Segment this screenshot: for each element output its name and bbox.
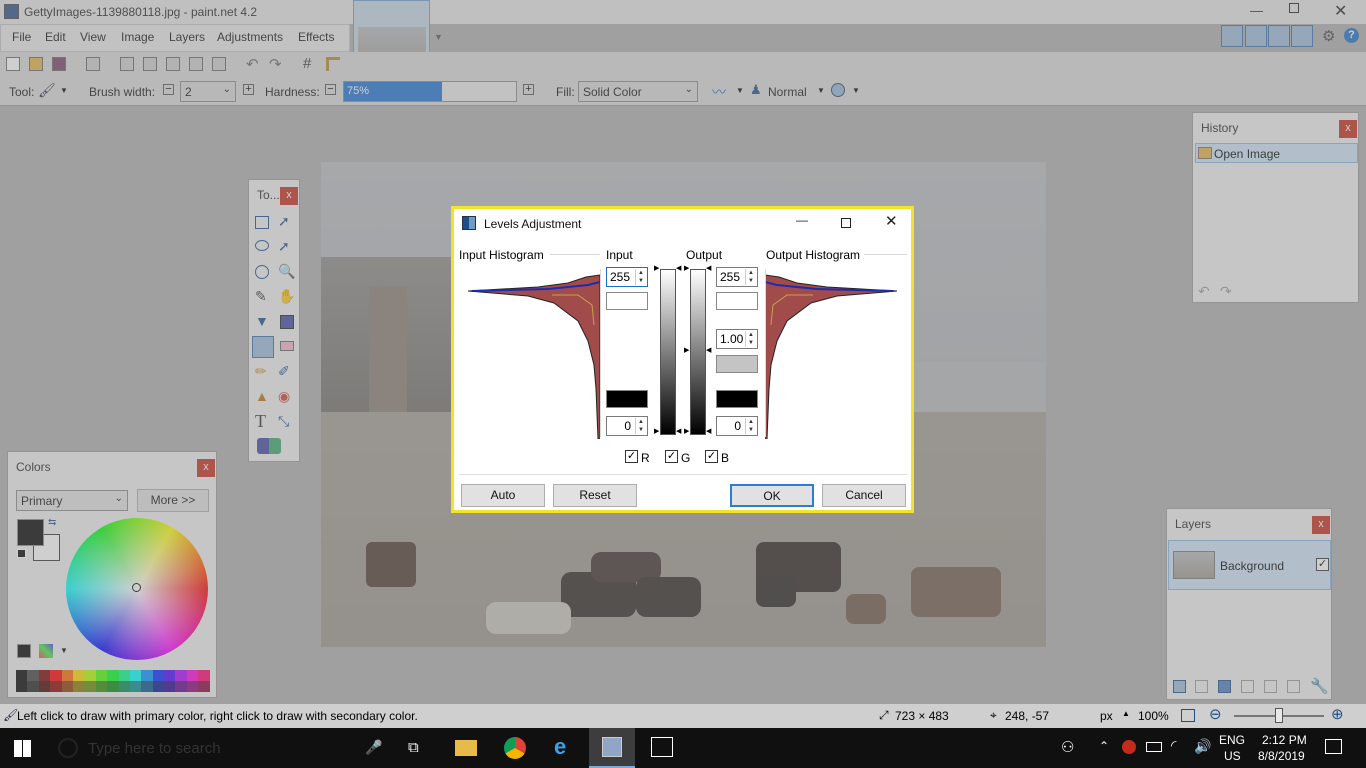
input-histogram [468, 274, 600, 439]
auto-button[interactable]: Auto [461, 484, 545, 507]
volume-icon[interactable]: 🔊 [1194, 738, 1211, 755]
maximize-icon[interactable] [841, 218, 851, 228]
section-divider [864, 254, 907, 255]
output-high-value: 255 [720, 270, 741, 284]
cancel-button[interactable]: Cancel [822, 484, 906, 507]
output-low-value: 0 [734, 419, 741, 433]
zoom-slider-thumb[interactable] [1275, 708, 1283, 723]
input-low-value: 0 [624, 419, 631, 433]
spinner-arrows[interactable]: ▲ ▼ [745, 418, 756, 434]
spinner-arrows[interactable]: ▲ ▼ [635, 269, 646, 285]
search-placeholder[interactable]: Type here to search [88, 740, 221, 757]
slider-handle[interactable]: ▶ [684, 346, 689, 354]
input-region[interactable]: US [1224, 749, 1241, 763]
reset-button[interactable]: Reset [553, 484, 637, 507]
channel-r-label: R [641, 451, 650, 465]
slider-handle[interactable]: ◀ [676, 427, 681, 435]
zoom-slider[interactable] [1234, 708, 1324, 723]
channel-g-checkbox[interactable]: ✓ [665, 450, 678, 463]
slider-handle[interactable]: ▶ [684, 427, 689, 435]
unit-selector[interactable]: px [1100, 709, 1113, 723]
slider-handle[interactable]: ▶ [654, 427, 659, 435]
section-divider [459, 474, 907, 475]
spinner-arrows[interactable]: ▲ ▼ [745, 269, 756, 285]
output-gamma-spinner[interactable]: 1.00 ▲ ▼ [716, 329, 758, 349]
paintbrush-icon: 🖌 [3, 708, 19, 722]
close-icon[interactable]: ✕ [885, 212, 898, 230]
task-view-icon[interactable]: ⧉ [408, 739, 419, 756]
status-bar: 🖌 Left click to draw with primary color,… [0, 704, 1366, 728]
input-gradient[interactable] [660, 269, 676, 435]
zoom-level[interactable]: 100% [1138, 709, 1169, 723]
output-low-swatch [716, 390, 758, 408]
spinner-arrows[interactable]: ▲ ▼ [745, 331, 756, 347]
file-explorer-icon[interactable] [455, 740, 477, 756]
output-gamma-swatch [716, 355, 758, 373]
image-size-icon: ⤢ [879, 708, 889, 722]
wifi-icon[interactable]: ◜ [1171, 737, 1176, 754]
section-divider [600, 269, 601, 437]
ok-button-label: OK [763, 489, 781, 503]
output-histogram-label: Output Histogram [766, 248, 861, 262]
slider-handle[interactable]: ▶ [684, 264, 689, 272]
output-histogram [765, 274, 897, 439]
clock-time[interactable]: 2:12 PM [1262, 733, 1307, 747]
image-size: 723 × 483 [895, 709, 949, 723]
paintnet-app-icon [602, 737, 622, 757]
channel-b-checkbox[interactable]: ✓ [705, 450, 718, 463]
input-histogram-label: Input Histogram [459, 248, 544, 262]
input-label: Input [606, 248, 633, 262]
levels-dialog: Levels Adjustment — ✕ Input Histogram In… [451, 206, 914, 513]
slider-handle[interactable]: ◀ [706, 346, 711, 354]
output-low-spinner[interactable]: 0 ▲ ▼ [716, 416, 758, 436]
photos-icon[interactable] [651, 737, 673, 757]
status-hint: Left click to draw with primary color, r… [17, 709, 418, 723]
cancel-button-label: Cancel [845, 488, 883, 502]
battery-icon[interactable] [1146, 742, 1162, 752]
input-high-swatch [606, 292, 648, 310]
slider-handle[interactable]: ◀ [676, 264, 681, 272]
chevron-up-icon[interactable]: ▲ [1122, 709, 1130, 718]
input-high-spinner[interactable]: 255 ▲ ▼ [606, 267, 648, 287]
search-box[interactable]: Type here to search [48, 728, 390, 768]
input-low-spinner[interactable]: 0 ▲ ▼ [606, 416, 648, 436]
security-icon[interactable] [1122, 740, 1136, 754]
slider-handle[interactable]: ◀ [706, 427, 711, 435]
channel-r-checkbox[interactable]: ✓ [625, 450, 638, 463]
slider-handle[interactable]: ◀ [706, 264, 711, 272]
zoom-fit-icon[interactable] [1181, 709, 1195, 722]
section-divider [550, 254, 600, 255]
clock-date[interactable]: 8/8/2019 [1258, 749, 1305, 763]
windows-start-icon[interactable] [14, 740, 31, 757]
people-icon[interactable]: ⚇ [1061, 738, 1074, 756]
cursor-position-icon: ⌖ [990, 708, 997, 722]
output-high-spinner[interactable]: 255 ▲ ▼ [716, 267, 758, 287]
dialog-title: Levels Adjustment [484, 217, 582, 231]
output-gradient[interactable] [690, 269, 706, 435]
ok-button[interactable]: OK [730, 484, 814, 507]
channel-b-label: B [721, 451, 730, 465]
zoom-in-icon[interactable]: ⊕ [1331, 705, 1344, 723]
edge-icon[interactable]: e [554, 734, 566, 760]
input-low-swatch [606, 390, 648, 408]
chevron-up-icon[interactable]: ⌃ [1099, 739, 1109, 753]
reset-button-label: Reset [579, 488, 611, 502]
cursor-position: 248, -57 [1005, 709, 1050, 723]
auto-button-label: Auto [490, 488, 516, 502]
output-label: Output [686, 248, 723, 262]
slider-handle[interactable]: ▶ [654, 264, 659, 272]
chrome-icon[interactable] [504, 737, 526, 759]
levels-icon [462, 216, 476, 230]
input-high-value: 255 [610, 270, 631, 284]
output-high-swatch [716, 292, 758, 310]
spinner-arrows[interactable]: ▲ ▼ [635, 418, 646, 434]
notifications-icon[interactable] [1325, 739, 1342, 754]
section-divider [765, 269, 766, 437]
zoom-out-icon[interactable]: ⊖ [1209, 705, 1222, 723]
output-gamma-value: 1.00 [720, 332, 744, 346]
channel-g-label: G [681, 451, 691, 465]
minimize-icon[interactable]: — [796, 213, 808, 227]
input-language[interactable]: ENG [1219, 733, 1245, 747]
